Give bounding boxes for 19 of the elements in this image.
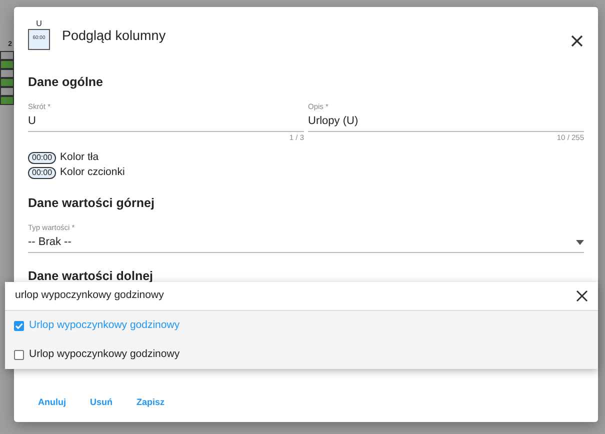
dialog-title: Podgląd kolumny <box>62 28 166 44</box>
color-chip[interactable]: 00:00 <box>28 166 56 178</box>
input-field[interactable]: U <box>28 112 304 132</box>
select-field[interactable]: -- Brak -- <box>28 233 584 253</box>
search-field[interactable]: urlop wypoczynkowy godzinowy <box>15 288 164 304</box>
section-title: Dane ogólne <box>28 75 104 90</box>
checkbox[interactable] <box>14 350 24 360</box>
caret-icon <box>576 240 584 245</box>
color-label: Kolor tła <box>60 150 99 165</box>
schedule-cell <box>0 50 14 60</box>
close-icon[interactable] <box>576 290 588 302</box>
checkbox[interactable] <box>14 320 24 330</box>
input-field[interactable]: Urlopy (U) <box>308 112 584 132</box>
section-title: Dane wartości dolnej <box>28 269 154 284</box>
color-label: Kolor czcionki <box>60 165 125 180</box>
close-icon <box>570 34 584 48</box>
color-chip[interactable]: 00:00 <box>28 152 56 164</box>
dropdown-option[interactable]: Urlop wypoczynkowy godzinowy <box>5 340 598 369</box>
section-title: Dane wartości górnej <box>28 196 156 211</box>
